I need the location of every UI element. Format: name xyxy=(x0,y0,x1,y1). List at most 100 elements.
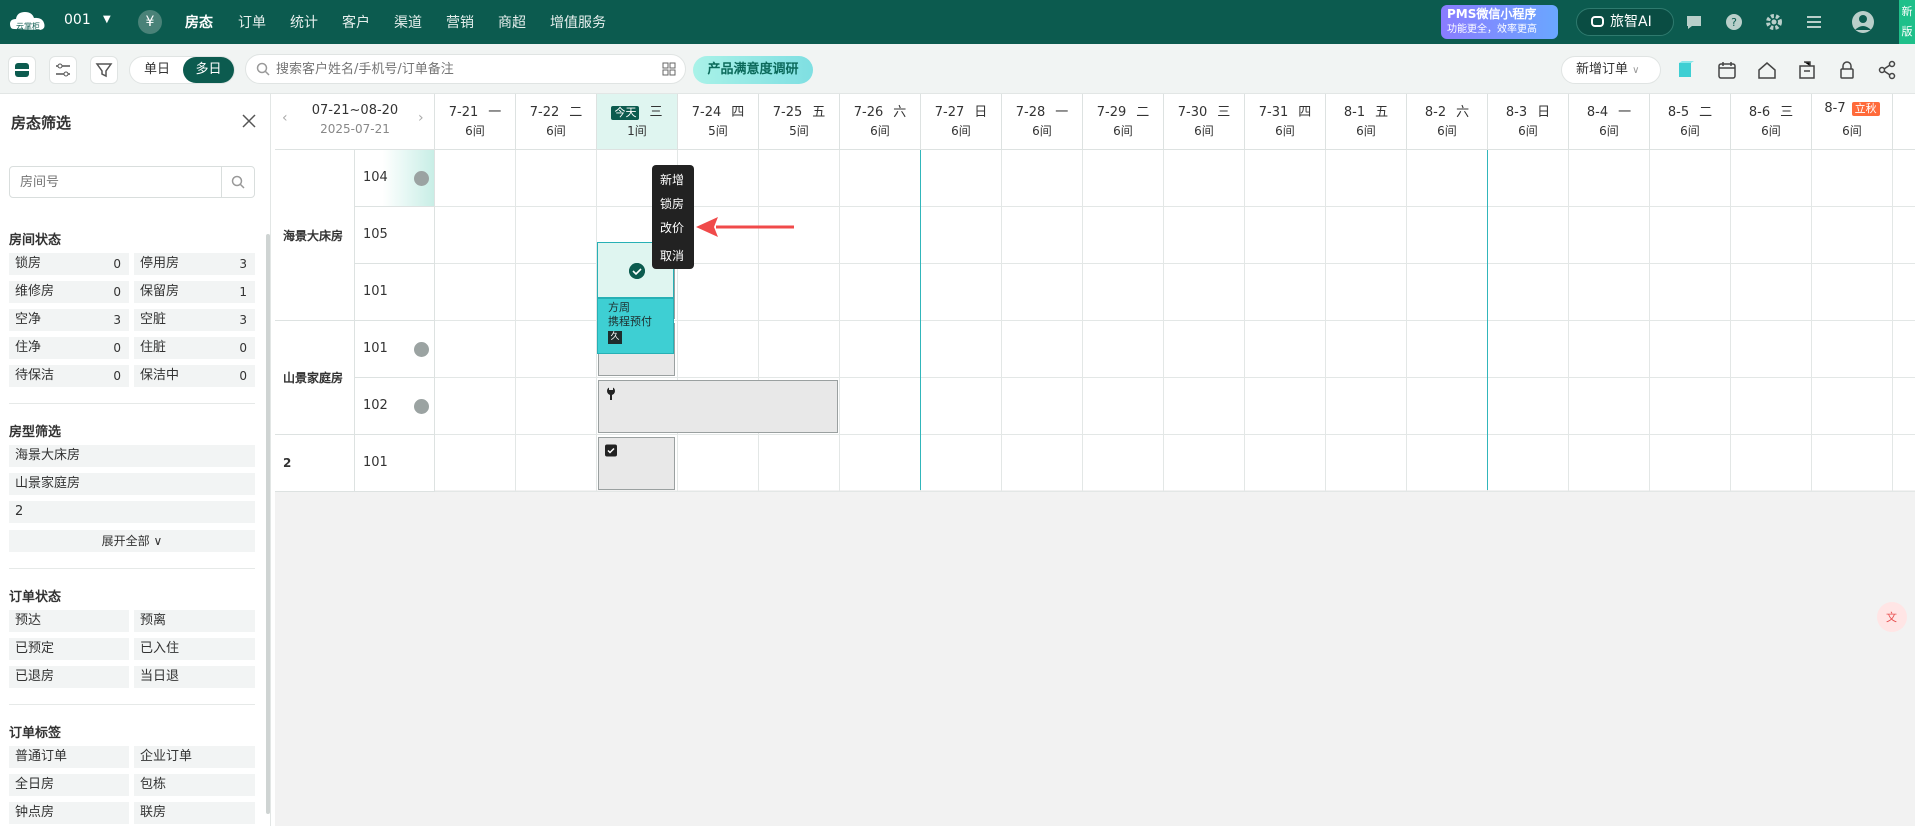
room-search-button[interactable] xyxy=(221,167,254,197)
room-day-cell[interactable] xyxy=(1326,150,1407,207)
room-day-cell[interactable] xyxy=(1245,207,1326,264)
date-column-header[interactable]: 7-29 二 6间 xyxy=(1083,94,1164,150)
date-column-header[interactable]: 8-5 二 6间 xyxy=(1650,94,1731,150)
scan-icon[interactable] xyxy=(662,62,676,76)
room-day-cell[interactable] xyxy=(1083,378,1164,435)
room-day-cell[interactable] xyxy=(1002,321,1083,378)
room-day-cell[interactable] xyxy=(435,435,516,492)
room-day-cell[interactable] xyxy=(1650,378,1731,435)
room-day-cell[interactable] xyxy=(1488,378,1569,435)
room-day-cell[interactable] xyxy=(1569,207,1650,264)
booking-block[interactable]: 方周 携程预付 久 xyxy=(597,298,674,354)
room-day-cell[interactable] xyxy=(921,321,1002,378)
room-day-cell[interactable] xyxy=(1164,378,1245,435)
chat-icon[interactable] xyxy=(1684,12,1704,32)
room-day-cell[interactable] xyxy=(1083,207,1164,264)
date-column-header[interactable]: 7-22 二 6间 xyxy=(516,94,597,150)
room-day-cell[interactable] xyxy=(1245,264,1326,321)
room-day-cell[interactable] xyxy=(1002,378,1083,435)
room-day-cell[interactable] xyxy=(516,207,597,264)
date-column-header[interactable]: 7-21 一 6间 xyxy=(435,94,516,150)
room-day-cell[interactable] xyxy=(1407,378,1488,435)
date-column-header[interactable]: 8-7 立秋 6间 xyxy=(1812,94,1893,150)
room-day-cell[interactable] xyxy=(840,321,921,378)
room-day-cell[interactable] xyxy=(1083,150,1164,207)
adjust-button[interactable] xyxy=(49,56,77,84)
order-tag-item[interactable]: 企业订单 xyxy=(134,746,255,768)
room-day-cell[interactable] xyxy=(840,378,921,435)
single-day-button[interactable]: 单日 xyxy=(134,57,180,83)
settings-icon[interactable] xyxy=(1764,12,1784,32)
new-order-dropdown[interactable]: 新增订单 ∨ xyxy=(1561,56,1661,84)
room-day-cell[interactable] xyxy=(678,264,759,321)
room-status-vacant-dirty[interactable]: 空脏 3 xyxy=(134,309,255,331)
room-day-cell[interactable] xyxy=(1245,321,1326,378)
room-day-cell[interactable] xyxy=(1164,264,1245,321)
room-day-cell[interactable] xyxy=(1002,207,1083,264)
chevron-down-icon[interactable]: ▼ xyxy=(103,14,111,25)
order-status-item[interactable]: 预达 xyxy=(9,610,129,632)
room-day-cell[interactable] xyxy=(1245,435,1326,492)
room-day-cell[interactable] xyxy=(1488,435,1569,492)
room-status-cleaning[interactable]: 保洁中 0 xyxy=(134,365,255,387)
room-number-cell[interactable]: 101 xyxy=(355,264,435,321)
layout-toggle-button[interactable] xyxy=(8,56,36,84)
room-day-cell[interactable] xyxy=(1893,264,1915,321)
room-day-cell[interactable] xyxy=(1731,435,1812,492)
order-tag-item[interactable]: 联房 xyxy=(134,802,255,824)
room-day-cell[interactable] xyxy=(516,378,597,435)
menu-icon[interactable] xyxy=(1804,12,1824,32)
room-day-cell[interactable] xyxy=(1407,264,1488,321)
room-day-cell[interactable] xyxy=(840,150,921,207)
multi-day-button[interactable]: 多日 xyxy=(183,57,234,83)
order-tag-item[interactable]: 包栋 xyxy=(134,774,255,796)
date-column-header[interactable]: 7-25 五 5间 xyxy=(759,94,840,150)
order-status-item[interactable]: 已入住 xyxy=(134,638,255,660)
room-day-cell[interactable] xyxy=(1326,321,1407,378)
room-status-maintenance[interactable]: 维修房 0 xyxy=(9,281,129,303)
room-day-cell[interactable] xyxy=(1569,435,1650,492)
room-day-cell[interactable] xyxy=(1164,321,1245,378)
room-day-cell[interactable] xyxy=(435,207,516,264)
room-day-cell[interactable] xyxy=(1731,321,1812,378)
room-day-cell[interactable] xyxy=(1488,150,1569,207)
room-number-cell[interactable]: 101 xyxy=(355,435,435,492)
room-day-cell[interactable] xyxy=(1893,435,1915,492)
room-day-cell[interactable] xyxy=(1569,150,1650,207)
order-tag-item[interactable]: 普通订单 xyxy=(9,746,129,768)
room-day-cell[interactable] xyxy=(516,264,597,321)
room-day-cell[interactable] xyxy=(1326,264,1407,321)
room-status-pending-clean[interactable]: 待保洁 0 xyxy=(9,365,129,387)
cube-icon[interactable] xyxy=(1674,59,1696,81)
next-range-icon[interactable]: › xyxy=(418,110,424,126)
room-day-cell[interactable] xyxy=(1164,150,1245,207)
nav-item-orders[interactable]: 订单 xyxy=(238,12,266,32)
room-day-cell[interactable] xyxy=(1650,435,1731,492)
nav-item-room-status[interactable]: 房态 xyxy=(185,12,213,32)
room-day-cell[interactable] xyxy=(1812,321,1893,378)
room-day-cell[interactable] xyxy=(840,207,921,264)
room-day-cell[interactable] xyxy=(1569,264,1650,321)
room-day-cell[interactable] xyxy=(1083,321,1164,378)
room-day-cell[interactable] xyxy=(840,435,921,492)
close-icon[interactable] xyxy=(240,112,258,130)
room-day-cell[interactable] xyxy=(1650,321,1731,378)
share-icon[interactable] xyxy=(1876,59,1898,81)
nav-item-channels[interactable]: 渠道 xyxy=(394,12,422,32)
room-day-cell[interactable] xyxy=(921,435,1002,492)
date-column-header[interactable]: 8-2 六 6间 xyxy=(1407,94,1488,150)
calendar-icon[interactable] xyxy=(1716,59,1738,81)
room-day-cell[interactable] xyxy=(1731,150,1812,207)
room-status-disabled[interactable]: 停用房 3 xyxy=(134,253,255,275)
date-column-header[interactable]: 7-31 四 6间 xyxy=(1245,94,1326,150)
date-column-header[interactable]: 8 xyxy=(1893,94,1915,150)
date-column-header[interactable]: 8-3 日 6间 xyxy=(1488,94,1569,150)
hotel-selector[interactable]: 001 xyxy=(64,12,91,28)
home-icon[interactable] xyxy=(1756,59,1778,81)
date-column-header[interactable]: 8-1 五 6间 xyxy=(1326,94,1407,150)
room-number-cell[interactable]: 104 xyxy=(355,150,435,207)
date-range-label[interactable]: 07-21~08-20 xyxy=(275,103,435,118)
currency-icon[interactable]: ¥ xyxy=(138,10,162,34)
room-day-cell[interactable] xyxy=(1002,264,1083,321)
room-number-input[interactable] xyxy=(20,173,210,191)
